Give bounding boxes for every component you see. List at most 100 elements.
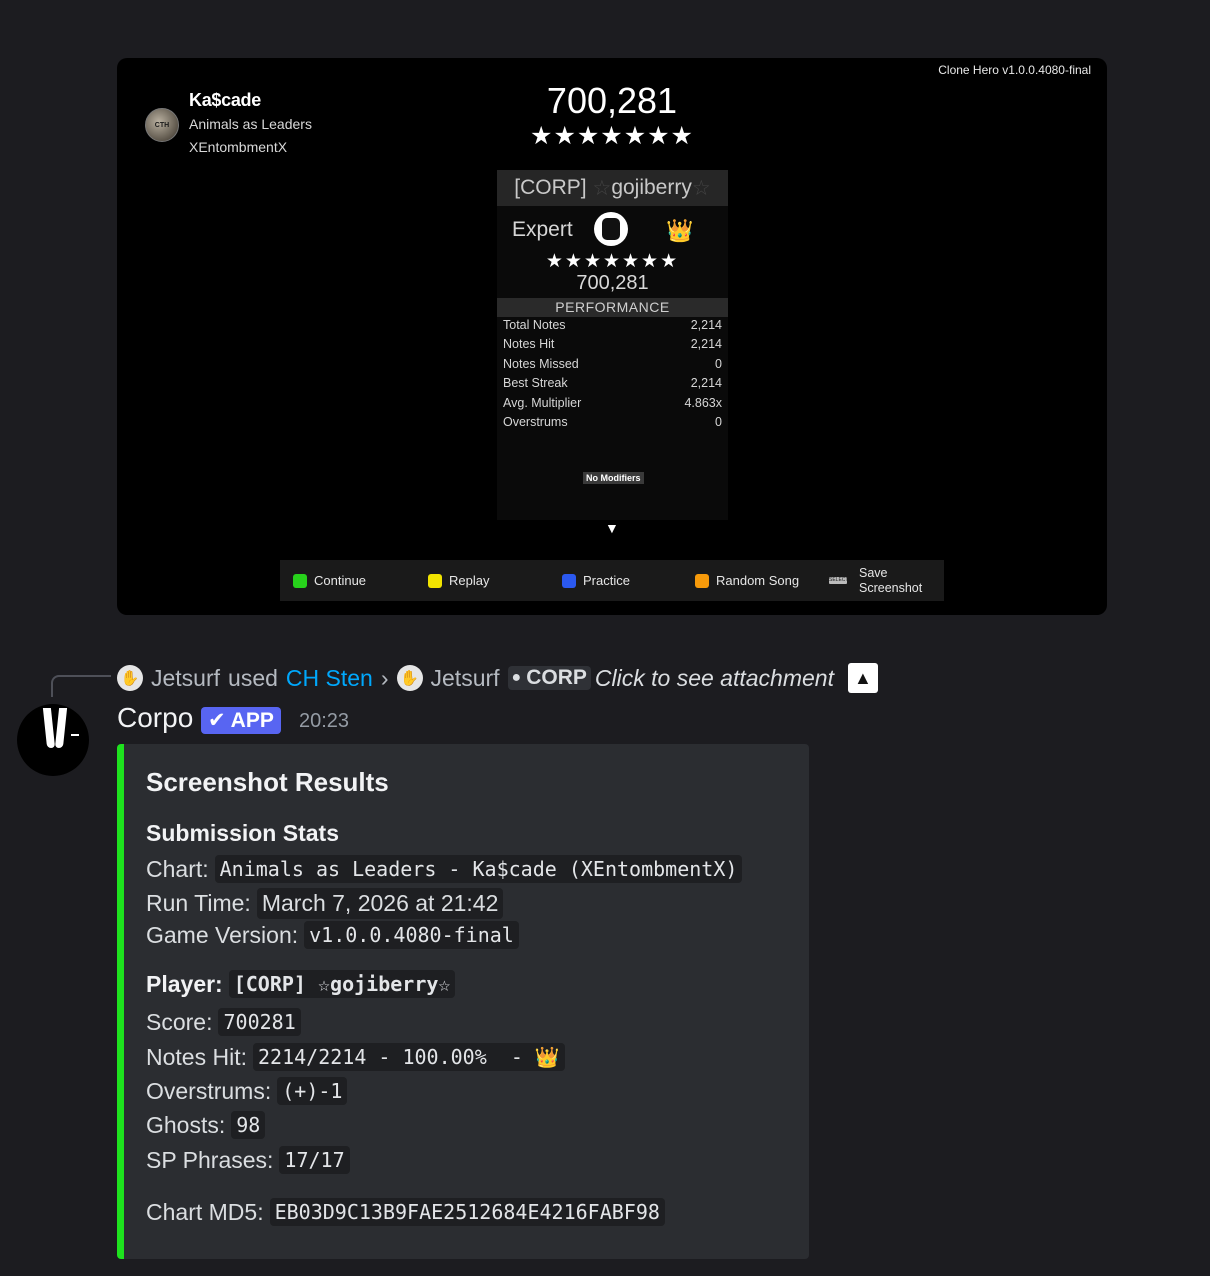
field-label: Ghosts: — [146, 1111, 226, 1138]
select-key-icon: SELECT — [829, 577, 849, 584]
guild-tag-label: CORP — [526, 666, 587, 689]
field-label: Score: — [146, 1008, 213, 1035]
reply-connector — [51, 675, 111, 697]
section-title: Submission Stats — [146, 820, 339, 846]
stat-value: 4.863x — [684, 396, 722, 410]
stat-value: 2,214 — [690, 318, 722, 332]
message-timestamp[interactable]: 20:23 — [299, 710, 349, 733]
chevron-right-icon: › — [380, 664, 389, 691]
stat-label: Total Notes — [503, 318, 566, 332]
random-song-button[interactable]: Random Song — [695, 560, 799, 601]
runtime-line: Run Time: March 7, 2026 at 21:42 — [146, 888, 504, 919]
player-name: gojiberry — [611, 176, 692, 199]
save-label-line2: Screenshot — [859, 580, 923, 595]
stat-row: Avg. Multiplier 4.863x — [503, 396, 722, 415]
action-label: Continue — [314, 573, 367, 588]
field-label: SP Phrases: — [146, 1146, 274, 1173]
action-label: Practice — [583, 573, 630, 588]
action-label: Random Song — [716, 573, 800, 588]
reply-used-text: used — [228, 664, 278, 691]
field-label: Game Version: — [146, 921, 299, 948]
stat-row: Overstrums 0 — [503, 415, 722, 434]
field-label: Player: — [146, 970, 223, 997]
total-score: 700,281 — [546, 80, 678, 121]
score-value: 700281 — [218, 1008, 301, 1036]
stat-row: Notes Hit 2,214 — [503, 337, 722, 356]
overstrums-value: (+)-1 — [277, 1077, 348, 1105]
field-label: Notes Hit: — [146, 1043, 247, 1070]
attachment-link[interactable]: Click to see attachment — [595, 665, 834, 692]
md5-line: Chart MD5: EB03D9C13B9FAE2512684E4216FABF… — [146, 1198, 665, 1226]
overstrums-line: Overstrums: (+)-1 — [146, 1077, 348, 1105]
chart-line: Chart: Animals as Leaders - Ka$cade (XEnt… — [146, 855, 743, 883]
md5-value: EB03D9C13B9FAE2512684E4216FABF98 — [269, 1198, 665, 1226]
runtime-value[interactable]: March 7, 2026 at 21:42 — [256, 888, 504, 919]
blue-fret-icon — [562, 573, 576, 588]
player-line: Player: [CORP] ☆gojiberry☆ — [146, 970, 456, 998]
orange-fret-icon — [695, 573, 709, 588]
bot-avatar[interactable] — [17, 704, 89, 776]
game-version-label: Clone Hero v1.0.0.4080-final — [938, 63, 1091, 77]
player-tag: [CORP] — [514, 176, 587, 199]
field-label: Chart: — [146, 855, 209, 882]
score-stars: ★★★★★★★ — [530, 122, 694, 150]
field-label: Chart MD5: — [146, 1198, 264, 1225]
action-bar: Continue Replay Practice Random Song SEL… — [280, 560, 944, 601]
reply-header[interactable]: ✋ Jetsurf used CH Sten › ✋ Jetsurf ● CORP… — [117, 662, 878, 694]
ghosts-line: Ghosts: 98 — [146, 1111, 266, 1139]
guild-tag[interactable]: ● CORP — [507, 666, 591, 690]
chart-value: Animals as Leaders - Ka$cade (XEntombmen… — [214, 855, 743, 883]
save-screenshot-button[interactable]: SELECT Save Screenshot — [829, 560, 922, 601]
action-label: Replay — [449, 573, 490, 588]
save-label-line1: Save — [859, 565, 888, 580]
stat-row: Best Streak 2,214 — [503, 376, 722, 395]
user-avatar-icon[interactable]: ✋ — [117, 665, 143, 691]
field-label: Run Time: — [146, 890, 251, 916]
continue-button[interactable]: Continue — [293, 560, 366, 601]
modifiers-badge: No Modifiers — [583, 472, 644, 484]
stat-value: 2,214 — [690, 337, 722, 351]
guitar-icon — [594, 212, 628, 246]
stat-value: 0 — [715, 415, 722, 429]
player-name-bar: [CORP] ☆ gojiberry ☆ — [497, 170, 728, 206]
notes-hit-line: Notes Hit: 2214/2214 - 100.00% - 👑 — [146, 1043, 565, 1071]
game-screenshot[interactable]: Clone Hero v1.0.0.4080-final CTH Ka$cade… — [117, 58, 1107, 615]
replay-button[interactable]: Replay — [428, 560, 489, 601]
sp-phrases-value: 17/17 — [279, 1146, 350, 1174]
game-version-line: Game Version: v1.0.0.4080-final — [146, 921, 519, 949]
stat-label: Overstrums — [503, 415, 568, 429]
field-label: Overstrums: — [146, 1077, 272, 1104]
star-icon: ☆ — [691, 176, 711, 200]
action-label: Save Screenshot — [859, 566, 922, 596]
stat-row: Total Notes 2,214 — [503, 318, 722, 337]
yellow-fret-icon — [428, 573, 442, 588]
reply-username[interactable]: Jetsurf — [431, 665, 500, 692]
notes-hit-value: 2214/2214 - 100.00% - 👑 — [252, 1043, 565, 1071]
stat-label: Notes Missed — [503, 357, 579, 371]
reply-username[interactable]: Jetsurf — [151, 665, 220, 692]
user-avatar-icon[interactable]: ✋ — [396, 665, 423, 691]
game-version-value: v1.0.0.4080-final — [304, 921, 519, 949]
stat-label: Best Streak — [503, 376, 568, 390]
player-value: [CORP] ☆gojiberry☆ — [228, 970, 456, 998]
performance-header: PERFORMANCE — [497, 298, 728, 317]
difficulty-label: Expert — [512, 218, 573, 241]
star-icon: ☆ — [592, 176, 612, 200]
stat-label: Notes Hit — [503, 337, 555, 351]
app-badge: ✔ APP — [201, 707, 281, 734]
image-icon: ▲ — [847, 663, 878, 693]
green-fret-icon — [293, 573, 307, 588]
command-link[interactable]: CH Sten — [286, 665, 373, 692]
ghosts-value: 98 — [231, 1111, 266, 1139]
score-line: Score: 700281 — [146, 1008, 301, 1036]
panel-stars: ★★★★★★★ — [545, 251, 680, 272]
embed-title: Screenshot Results — [146, 767, 389, 797]
crown-icon: 👑 — [666, 218, 694, 243]
stat-label: Avg. Multiplier — [503, 396, 582, 410]
stat-value: 0 — [715, 357, 722, 371]
sp-phrases-line: SP Phrases: 17/17 — [146, 1146, 350, 1174]
author-name[interactable]: Corpo — [117, 702, 193, 734]
guild-tag-icon: ● — [511, 669, 522, 686]
practice-button[interactable]: Practice — [562, 560, 630, 601]
stat-row: Notes Missed 0 — [503, 357, 722, 376]
